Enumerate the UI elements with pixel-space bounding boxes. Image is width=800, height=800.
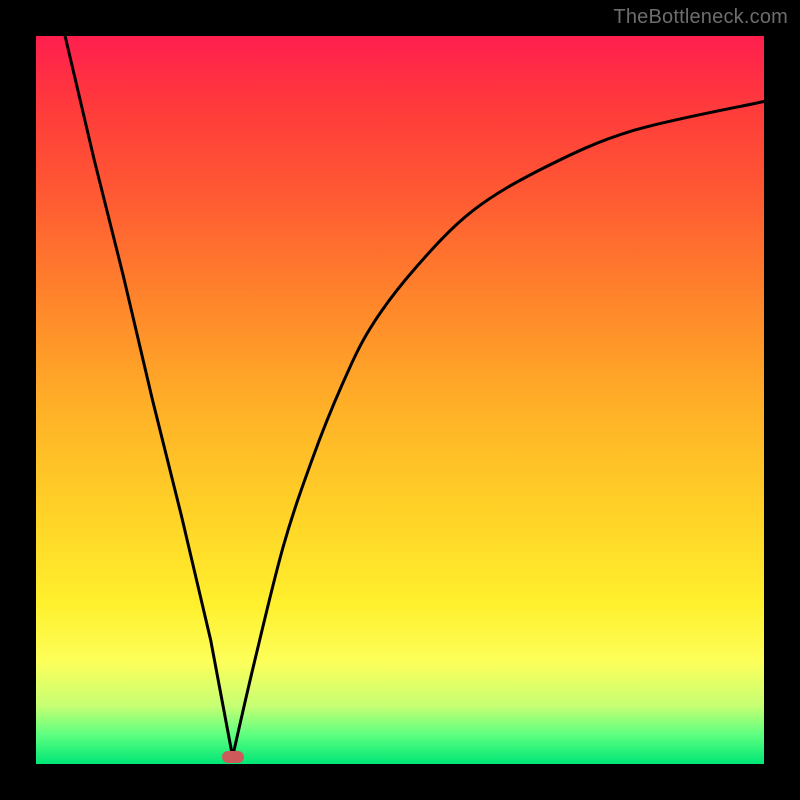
curve-path xyxy=(65,36,764,757)
sweet-spot-marker xyxy=(222,751,244,763)
bottleneck-curve xyxy=(36,36,764,764)
plot-area xyxy=(36,36,764,764)
chart-frame: TheBottleneck.com xyxy=(0,0,800,800)
watermark-text: TheBottleneck.com xyxy=(613,6,788,29)
